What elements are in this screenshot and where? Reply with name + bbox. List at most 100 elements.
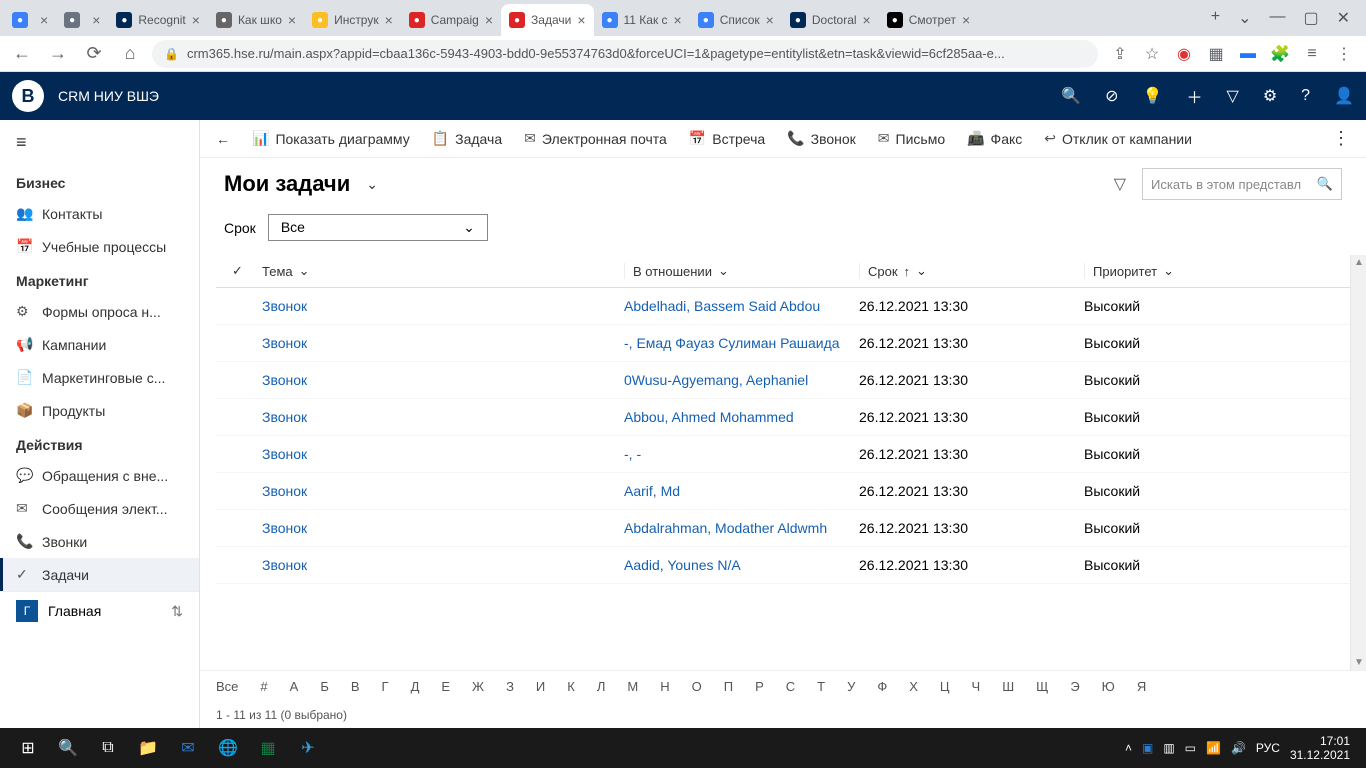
alpha-letter[interactable]: Щ xyxy=(1036,679,1048,694)
command-button[interactable]: ✉Электронная почта xyxy=(524,130,667,147)
alpha-letter[interactable]: Э xyxy=(1070,679,1079,694)
alpha-letter[interactable]: Л xyxy=(597,679,606,694)
row-checkbox[interactable] xyxy=(224,557,254,573)
table-row[interactable]: Звонок Aarif, Md 26.12.2021 13:30 Высоки… xyxy=(216,473,1350,510)
alpha-letter[interactable]: Я xyxy=(1137,679,1146,694)
wifi-icon[interactable]: 📶 xyxy=(1206,741,1221,755)
alpha-letter[interactable]: К xyxy=(567,679,575,694)
outlook-icon[interactable]: ✉ xyxy=(168,728,208,768)
sidebar-item[interactable]: 👥Контакты xyxy=(0,197,199,230)
view-selector-chevron-icon[interactable]: ⌄ xyxy=(366,176,378,193)
taskview-icon[interactable]: ⧉ xyxy=(88,728,128,768)
row-checkbox[interactable] xyxy=(224,446,254,462)
sidebar-item[interactable]: 📢Кампании xyxy=(0,328,199,361)
settings-icon[interactable]: ⚙ xyxy=(1263,86,1277,106)
ext2-icon[interactable]: ▦ xyxy=(1206,44,1226,64)
browser-tab[interactable]: ●Doctoral× xyxy=(782,4,879,36)
alpha-letter[interactable]: Ф xyxy=(877,679,887,694)
command-button[interactable]: 📋Задача xyxy=(432,130,502,147)
add-icon[interactable]: ＋ xyxy=(1187,84,1203,108)
extensions-icon[interactable]: 🧩 xyxy=(1270,44,1290,64)
alpha-letter[interactable]: Е xyxy=(441,679,450,694)
command-button[interactable]: 📊Показать диаграмму xyxy=(252,130,410,147)
help-icon[interactable]: ? xyxy=(1301,87,1310,105)
reading-list-icon[interactable]: ≡ xyxy=(1302,45,1322,63)
alpha-letter[interactable]: Р xyxy=(755,679,764,694)
search-icon[interactable]: 🔍 xyxy=(1061,86,1081,106)
chevron-up-down-icon[interactable]: ⇅ xyxy=(171,603,183,620)
user-icon[interactable]: 👤 xyxy=(1334,86,1354,106)
sidebar-item[interactable]: ⚙Формы опроса н... xyxy=(0,295,199,328)
cell-tema[interactable]: Звонок xyxy=(254,520,624,536)
column-srok[interactable]: Срок ↑ ⌄ xyxy=(859,263,1084,279)
tray-outlook-icon[interactable]: ▣ xyxy=(1142,741,1153,755)
explorer-icon[interactable]: 📁 xyxy=(128,728,168,768)
row-checkbox[interactable] xyxy=(224,520,254,536)
sidebar-item[interactable]: 📅Учебные процессы xyxy=(0,230,199,263)
sidebar-item[interactable]: 💬Обращения с вне... xyxy=(0,459,199,492)
close-icon[interactable]: × xyxy=(40,12,48,28)
vertical-scrollbar[interactable] xyxy=(1350,255,1366,670)
cell-rel[interactable]: 0Wusu-Agyemang, Aephaniel xyxy=(624,372,859,388)
max-icon[interactable]: ▢ xyxy=(1303,8,1318,28)
cell-rel[interactable]: Abbou, Ahmed Mohammed xyxy=(624,409,859,425)
alpha-letter[interactable]: О xyxy=(692,679,702,694)
min-icon[interactable]: — xyxy=(1269,8,1285,28)
close-icon[interactable]: × xyxy=(288,12,296,28)
alpha-letter[interactable]: Т xyxy=(817,679,825,694)
cell-tema[interactable]: Звонок xyxy=(254,372,624,388)
new-tab-button[interactable]: + xyxy=(1211,8,1220,28)
clock[interactable]: 17:01 31.12.2021 xyxy=(1290,734,1350,763)
cell-tema[interactable]: Звонок xyxy=(254,446,624,462)
home-button[interactable]: ⌂ xyxy=(116,40,144,68)
dropdown-icon[interactable]: ⌄ xyxy=(1238,8,1251,28)
alpha-letter[interactable]: В xyxy=(351,679,360,694)
alpha-letter[interactable]: Ж xyxy=(472,679,484,694)
view-search-input[interactable]: Искать в этом представл 🔍 xyxy=(1142,168,1342,200)
alpha-letter[interactable]: Н xyxy=(660,679,669,694)
row-checkbox[interactable] xyxy=(224,409,254,425)
share-icon[interactable]: ⇪ xyxy=(1110,44,1130,64)
alpha-letter[interactable]: Д xyxy=(411,679,420,694)
alpha-letter[interactable]: Г xyxy=(382,679,389,694)
sidebar-item[interactable]: 📄Маркетинговые с... xyxy=(0,361,199,394)
row-checkbox[interactable] xyxy=(224,372,254,388)
row-checkbox[interactable] xyxy=(224,483,254,499)
hamburger-icon[interactable]: ≡ xyxy=(0,120,199,165)
excel-icon[interactable]: ▦ xyxy=(248,728,288,768)
cell-tema[interactable]: Звонок xyxy=(254,409,624,425)
ext1-icon[interactable]: ◉ xyxy=(1174,44,1194,64)
table-row[interactable]: Звонок Abdalrahman, Modather Aldwmh 26.1… xyxy=(216,510,1350,547)
cell-rel[interactable]: Aadid, Younes N/A xyxy=(624,557,859,573)
browser-tab[interactable]: ●Инструк× xyxy=(304,4,401,36)
browser-tab[interactable]: ●Смотрет× xyxy=(879,4,978,36)
alpha-letter[interactable]: Все xyxy=(216,679,238,694)
column-prio[interactable]: Приоритет ⌄ xyxy=(1084,263,1342,279)
column-rel[interactable]: В отношении ⌄ xyxy=(624,263,859,279)
command-button[interactable]: 📞Звонок xyxy=(787,130,856,147)
close-icon[interactable]: × xyxy=(92,12,100,28)
browser-tab[interactable]: ●11 Как с× xyxy=(594,4,690,36)
sidebar-item[interactable]: ✓Задачи xyxy=(0,558,199,591)
cell-rel[interactable]: Abdelhadi, Bassem Said Abdou xyxy=(624,298,859,314)
sidebar-item[interactable]: 📞Звонки xyxy=(0,525,199,558)
brand-logo[interactable]: B xyxy=(12,80,44,112)
table-row[interactable]: Звонок Abbou, Ahmed Mohammed 26.12.2021 … xyxy=(216,399,1350,436)
browser-tab[interactable]: ●Задачи× xyxy=(501,4,593,36)
close-icon[interactable]: × xyxy=(863,12,871,28)
cell-tema[interactable]: Звонок xyxy=(254,335,624,351)
browser-tab[interactable]: ●Recognit× xyxy=(108,4,208,36)
command-button[interactable]: 📅Встреча xyxy=(689,130,765,147)
close-icon[interactable]: × xyxy=(766,12,774,28)
cell-rel[interactable]: Aarif, Md xyxy=(624,483,859,499)
column-tema[interactable]: Тема ⌄ xyxy=(254,263,624,279)
battery-icon[interactable]: ▭ xyxy=(1185,741,1196,755)
command-button[interactable]: ↩Отклик от кампании xyxy=(1044,130,1192,147)
cell-rel[interactable]: Abdalrahman, Modather Aldwmh xyxy=(624,520,859,536)
alpha-letter[interactable]: З xyxy=(506,679,514,694)
forward-button[interactable]: → xyxy=(44,40,72,68)
alpha-letter[interactable]: Ш xyxy=(1002,679,1014,694)
search-taskbar-icon[interactable]: 🔍 xyxy=(48,728,88,768)
url-box[interactable]: 🔒 crm365.hse.ru/main.aspx?appid=cbaa136c… xyxy=(152,40,1098,68)
cell-rel[interactable]: -, - xyxy=(624,446,859,462)
